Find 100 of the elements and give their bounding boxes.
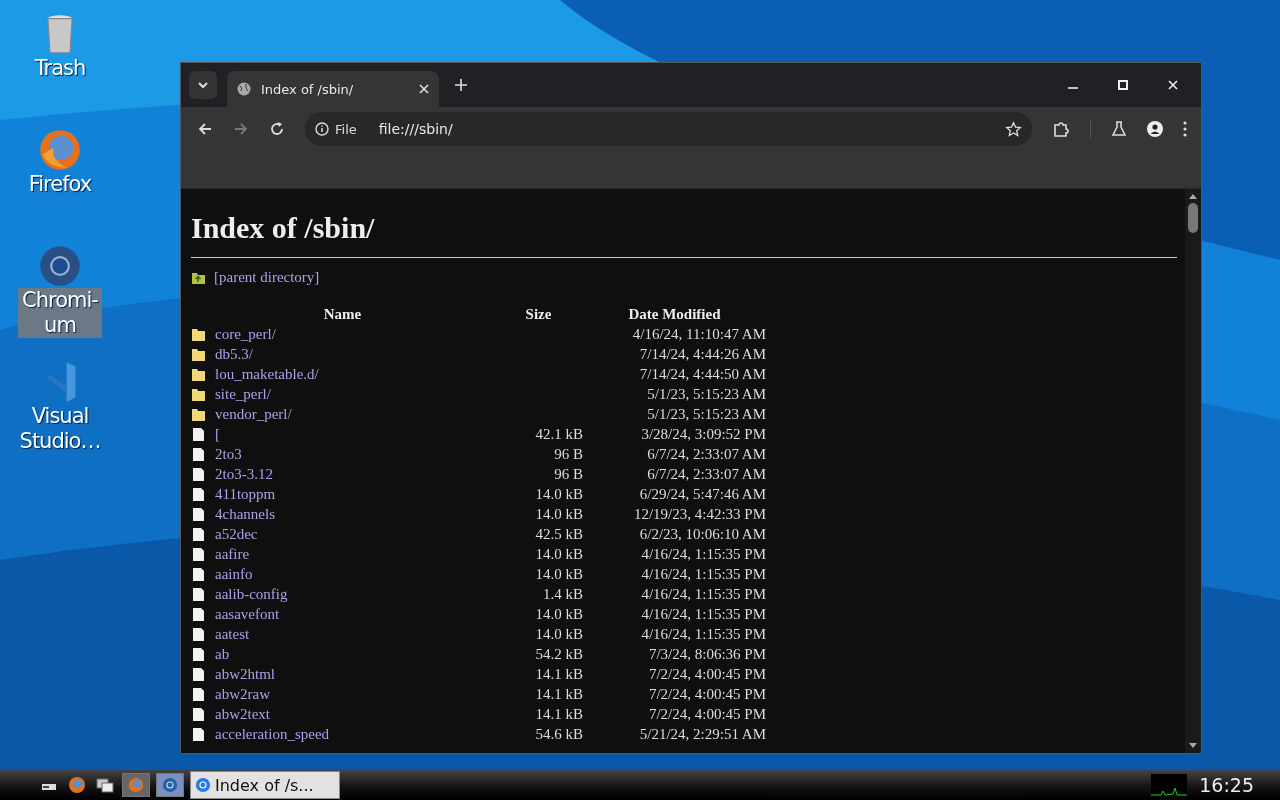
windows-icon[interactable] [96,776,114,794]
maximize-icon[interactable] [1118,80,1128,90]
file-link[interactable]: 2to3 [215,445,242,463]
profile-icon[interactable] [1147,121,1163,137]
file-icon [191,446,206,462]
scrollbar[interactable] [1185,189,1201,753]
file-link[interactable]: aasavefont [215,605,280,623]
modified-date: 7/14/24, 4:44:26 AM [639,345,766,362]
modified-date: 5/1/23, 5:15:23 AM [647,405,766,422]
modified-date: 3/28/24, 3:09:52 PM [641,425,766,442]
file-link[interactable]: vendor_perl/ [215,405,292,423]
file-link[interactable]: aainfo [215,565,253,583]
modified-date: 6/2/23, 10:06:10 AM [639,525,766,542]
close-icon[interactable] [1168,80,1178,90]
icon-label: Firefox [27,172,93,197]
forward-icon[interactable] [233,121,249,137]
file-size: 14.1 kB [535,665,583,682]
modified-date: 12/19/23, 4:42:33 PM [633,505,766,522]
file-link[interactable]: 411toppm [215,485,276,503]
clock: 16:25 [1199,774,1254,796]
scroll-thumb[interactable] [1188,203,1198,233]
file-icon [191,726,206,742]
file-size: 14.0 kB [535,505,583,522]
file-icon [191,586,206,602]
modified-date: 6/7/24, 2:33:07 AM [647,445,766,462]
modified-date: 5/21/24, 2:29:51 AM [639,725,766,742]
file-link[interactable]: 2to3-3.12 [215,465,273,483]
modified-date: 6/7/24, 2:33:07 AM [647,465,766,482]
info-icon [315,122,329,136]
file-icon [191,626,206,642]
chromium-icon [195,777,211,793]
file-link[interactable]: [ [215,425,220,443]
file-link[interactable]: aafire [215,545,250,563]
file-link[interactable]: ab [215,645,230,663]
column-header[interactable]: Size [494,305,583,323]
file-icon [191,546,206,562]
file-link[interactable]: abw2raw [215,685,270,703]
file-size: 14.0 kB [535,605,583,622]
scroll-down-icon[interactable] [1189,743,1197,749]
desktop-icon[interactable]: Chromi- um [8,242,112,344]
icon-label: Trash [33,56,87,81]
flask-icon[interactable] [1111,121,1127,137]
back-icon[interactable] [197,121,213,137]
file-link[interactable]: abw2html [215,665,275,683]
new-tab-icon[interactable] [455,79,467,91]
file-link[interactable]: 4channels [215,505,275,523]
modified-date: 5/1/23, 5:15:23 AM [647,385,766,402]
file-link[interactable]: aatest [215,625,250,643]
file-size: 14.0 kB [535,485,583,502]
launcher-button[interactable] [156,773,184,797]
folder-icon [191,346,206,362]
file-size: 42.1 kB [535,425,583,442]
file-link[interactable]: site_perl/ [215,385,271,403]
more-menu-icon[interactable] [1183,121,1187,137]
tab-list-button[interactable] [189,71,217,99]
file-link[interactable]: db5.3/ [215,345,253,363]
reload-icon[interactable] [269,121,285,137]
modified-date: 7/2/24, 4:00:45 PM [648,665,766,682]
column-header[interactable]: Name [191,305,494,323]
puzzle-piece-icon[interactable] [1052,120,1070,138]
page-heading: Index of /sbin/ [191,211,376,245]
modified-date: 4/16/24, 11:10:47 AM [632,325,766,342]
firefox-icon[interactable] [68,776,86,794]
file-icon [191,686,206,702]
file-link[interactable]: aalib-config [215,585,288,603]
file-size: 54.2 kB [535,645,583,662]
file-size: 42.5 kB [535,525,583,542]
modified-date: 4/16/24, 1:15:35 PM [641,605,766,622]
globe-icon [237,82,251,96]
desktop-icon[interactable]: Firefox [8,126,112,228]
security-label: File [335,121,357,137]
star-icon[interactable] [1005,120,1022,138]
file-link[interactable]: core_perl/ [215,325,276,343]
file-size: 96 B [554,445,583,462]
taskbar-window-button[interactable]: Index of /s... [190,771,340,799]
file-size: 14.1 kB [535,705,583,722]
browser-tab[interactable]: Index of /sbin/ [227,71,439,107]
folder-icon [191,406,206,422]
scroll-up-icon[interactable] [1189,193,1197,199]
desktop-icon[interactable]: Visual Studio… [8,358,112,460]
folder-icon [191,366,206,382]
url-text: file:///sbin/ [378,121,453,137]
file-link[interactable]: acceleration_speed [215,725,330,743]
modified-date: 7/2/24, 4:00:45 PM [648,705,766,722]
address-bar[interactable]: File file:///sbin/ [305,112,1032,146]
cpu-graph [1151,774,1188,796]
column-header[interactable]: Date Modified [583,305,766,323]
tab-title: Index of /sbin/ [261,81,355,97]
file-link[interactable]: lou_maketable.d/ [215,365,319,383]
file-icon [191,486,206,502]
file-link[interactable]: abw2text [215,705,270,723]
file-size: 14.0 kB [535,545,583,562]
close-icon[interactable] [419,84,429,94]
modified-date: 4/16/24, 1:15:35 PM [641,585,766,602]
modified-date: 6/29/24, 5:47:46 AM [639,485,766,502]
file-icon [191,646,206,662]
file-link[interactable]: a52dec [215,525,258,543]
modified-date: 4/16/24, 1:15:35 PM [641,625,766,642]
parent-directory-link[interactable]: [parent directory] [214,268,320,286]
file-icon [191,706,206,722]
